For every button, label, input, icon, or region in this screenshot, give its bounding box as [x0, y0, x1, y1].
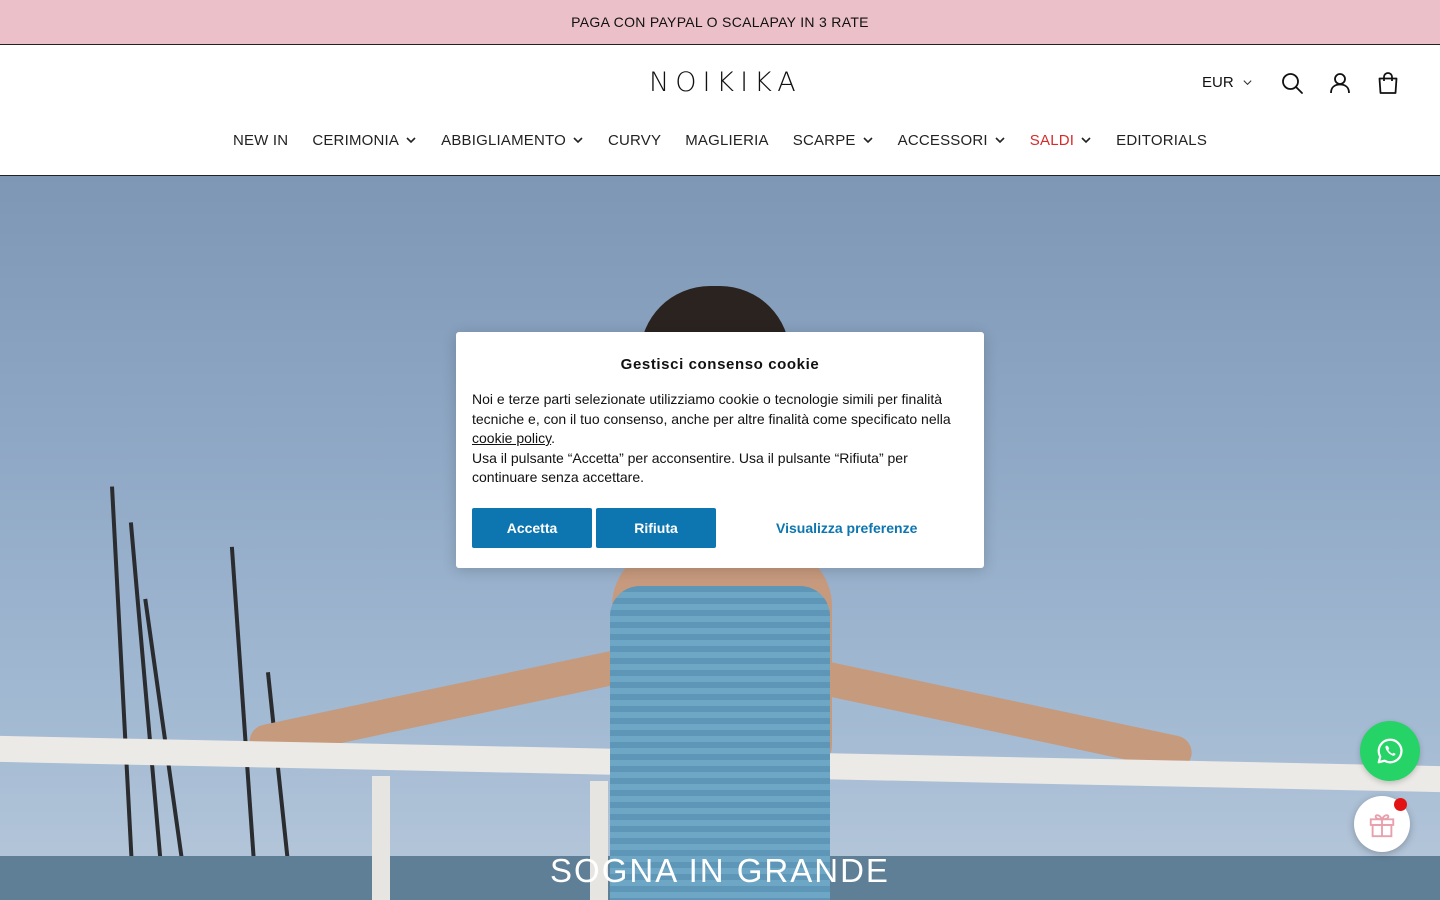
chevron-down-icon [1243, 80, 1252, 86]
whatsapp-icon [1377, 738, 1403, 764]
nav-label: MAGLIERIA [685, 131, 769, 149]
chevron-down-icon [573, 137, 583, 144]
site-header: NOIKIKA EUR NEW IN CERIMONIA ABBIGLIAMEN… [0, 45, 1440, 176]
gift-icon [1369, 814, 1395, 838]
nav-item-scarpe[interactable]: SCARPE [793, 130, 874, 150]
cookie-text-end: . [551, 430, 556, 446]
chevron-down-icon [995, 137, 1005, 144]
nav-label: ABBIGLIAMENTO [441, 131, 566, 149]
search-icon[interactable] [1280, 71, 1304, 95]
nav-label: SCARPE [792, 131, 856, 149]
nav-label: SALDI [1029, 131, 1075, 149]
nav-item-cerimonia[interactable]: CERIMONIA [312, 130, 417, 150]
announcement-bar: PAGA CON PAYPAL O SCALAPAY IN 3 RATE [0, 0, 1440, 45]
nav-item-maglieria[interactable]: MAGLIERIA [685, 130, 769, 150]
gift-button[interactable] [1354, 796, 1410, 852]
cookie-title: Gestisci consenso cookie [620, 356, 820, 373]
logo[interactable]: NOIKIKA [649, 69, 796, 97]
nav-item-accessori[interactable]: ACCESSORI [898, 130, 1006, 150]
cookie-consent-dialog: Gestisci consenso cookie Noi e terze par… [456, 332, 984, 568]
account-icon[interactable] [1328, 71, 1352, 95]
chevron-down-icon [406, 137, 416, 144]
notification-dot [1394, 798, 1407, 811]
main-nav: NEW IN CERIMONIA ABBIGLIAMENTO CURVY MAG… [0, 130, 1440, 150]
chevron-down-icon [863, 137, 873, 144]
cookie-buttons: Accetta Rifiuta Visualizza preferenze [472, 508, 917, 548]
accept-button[interactable]: Accetta [472, 508, 592, 548]
nav-item-abbigliamento[interactable]: ABBIGLIAMENTO [441, 130, 584, 150]
cart-icon[interactable] [1376, 71, 1400, 95]
currency-label: EUR [1202, 74, 1234, 91]
cookie-instructions: Usa il pulsante “Accetta” per acconsenti… [472, 449, 908, 486]
cookie-text: Noi e terze parti selezionate utilizziam… [472, 391, 951, 427]
nav-label: CURVY [607, 131, 662, 149]
nav-item-curvy[interactable]: CURVY [608, 130, 661, 150]
preferences-button[interactable]: Visualizza preferenze [776, 520, 917, 536]
nav-label: ACCESSORI [897, 131, 988, 149]
currency-selector[interactable]: EUR [1202, 74, 1253, 91]
reject-button[interactable]: Rifiuta [596, 508, 716, 548]
logo-text: NOIKIKA [649, 67, 802, 98]
nav-label: EDITORIALS [1116, 131, 1208, 149]
nav-item-saldi[interactable]: SALDI [1030, 130, 1092, 150]
cookie-policy-link[interactable]: cookie policy [472, 430, 551, 446]
cookie-body: Noi e terze parti selezionate utilizziam… [472, 390, 968, 488]
hero-title: SOGNA IN GRANDE [550, 852, 890, 889]
announcement-text: PAGA CON PAYPAL O SCALAPAY IN 3 RATE [571, 14, 869, 30]
nav-item-new-in[interactable]: NEW IN [233, 130, 288, 150]
whatsapp-button[interactable] [1360, 721, 1420, 781]
mast-decoration [229, 546, 259, 900]
chevron-down-icon [1081, 137, 1091, 144]
nav-item-editorials[interactable]: EDITORIALS [1116, 130, 1207, 150]
nav-label: CERIMONIA [312, 131, 400, 149]
nav-label: NEW IN [232, 131, 289, 149]
